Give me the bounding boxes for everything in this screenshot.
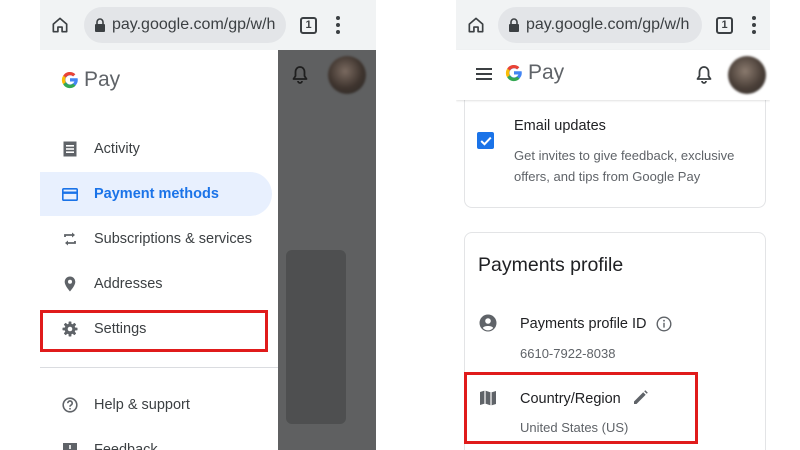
- nav-label: Help & support: [94, 397, 190, 413]
- address-bar[interactable]: pay.google.com/gp/w/h: [84, 7, 286, 43]
- profile-id-value: 6610-7922-8038: [520, 346, 616, 361]
- home-button[interactable]: [456, 0, 496, 50]
- bell-icon: [292, 66, 308, 84]
- home-icon: [52, 17, 68, 33]
- dimmed-card: [286, 250, 346, 424]
- pay-wordmark: Pay: [84, 68, 121, 91]
- home-button[interactable]: [40, 0, 80, 50]
- browser-toolbar: pay.google.com/gp/w/h 1: [40, 0, 376, 50]
- bell-icon[interactable]: [696, 66, 712, 84]
- email-updates-title: Email updates: [514, 118, 606, 134]
- navigation-drawer: Pay Activity Payment methods Subscriptio…: [40, 50, 278, 450]
- lock-icon: [509, 18, 519, 32]
- nav-item-help[interactable]: Help & support: [40, 383, 272, 427]
- google-pay-logo: Pay: [60, 68, 120, 92]
- settings-highlight-box: [40, 310, 268, 352]
- nav-label: Payment methods: [94, 186, 219, 202]
- nav-label: Activity: [94, 141, 140, 157]
- drawer-divider: [40, 367, 278, 368]
- nav-label: Feedback: [94, 442, 158, 450]
- info-icon[interactable]: [656, 316, 672, 332]
- avatar[interactable]: [728, 56, 766, 94]
- payments-profile-heading: Payments profile: [478, 254, 624, 276]
- google-g-icon: [61, 71, 78, 89]
- more-options-icon[interactable]: [335, 16, 341, 34]
- tab-switcher-button[interactable]: 1: [300, 16, 317, 34]
- check-icon: [480, 136, 492, 146]
- credit-card-icon: [62, 186, 78, 202]
- tab-switcher-button[interactable]: 1: [716, 16, 733, 34]
- nav-item-addresses[interactable]: Addresses: [40, 262, 272, 306]
- repeat-icon: [62, 231, 78, 247]
- account-circle-icon: [478, 313, 498, 333]
- feedback-icon: [62, 442, 78, 450]
- home-icon: [468, 17, 484, 33]
- nav-item-subscriptions[interactable]: Subscriptions & services: [40, 217, 272, 261]
- nav-item-payment-methods[interactable]: Payment methods: [40, 172, 272, 216]
- email-updates-checkbox[interactable]: [477, 132, 494, 149]
- nav-item-activity[interactable]: Activity: [40, 127, 272, 171]
- more-options-icon[interactable]: [751, 16, 757, 34]
- location-pin-icon: [62, 276, 78, 292]
- browser-toolbar: pay.google.com/gp/w/h 1: [456, 0, 770, 50]
- google-g-icon: [505, 64, 522, 82]
- lock-icon: [95, 18, 105, 32]
- country-region-highlight-box: [464, 372, 698, 444]
- url-text: pay.google.com/gp/w/h: [526, 16, 690, 33]
- url-text: pay.google.com/gp/w/h: [112, 16, 276, 33]
- app-header: Pay: [456, 50, 770, 100]
- avatar[interactable]: [328, 56, 366, 94]
- receipt-icon: [62, 141, 78, 157]
- nav-label: Addresses: [94, 276, 163, 292]
- profile-id-label: Payments profile ID: [520, 316, 647, 332]
- right-phone-screen: pay.google.com/gp/w/h 1 Email updates Ge…: [456, 0, 770, 450]
- address-bar[interactable]: pay.google.com/gp/w/h: [498, 7, 702, 43]
- nav-item-feedback[interactable]: Feedback: [40, 428, 272, 450]
- email-updates-description: Get invites to give feedback, exclusive …: [514, 148, 735, 184]
- nav-label: Subscriptions & services: [94, 231, 252, 247]
- google-pay-logo: Pay: [504, 61, 564, 85]
- pay-wordmark: Pay: [528, 61, 565, 84]
- help-icon: [62, 397, 78, 413]
- left-phone-screen: pay.google.com/gp/w/h 1 Pay Activity Pay…: [40, 0, 376, 450]
- menu-icon[interactable]: [476, 68, 492, 80]
